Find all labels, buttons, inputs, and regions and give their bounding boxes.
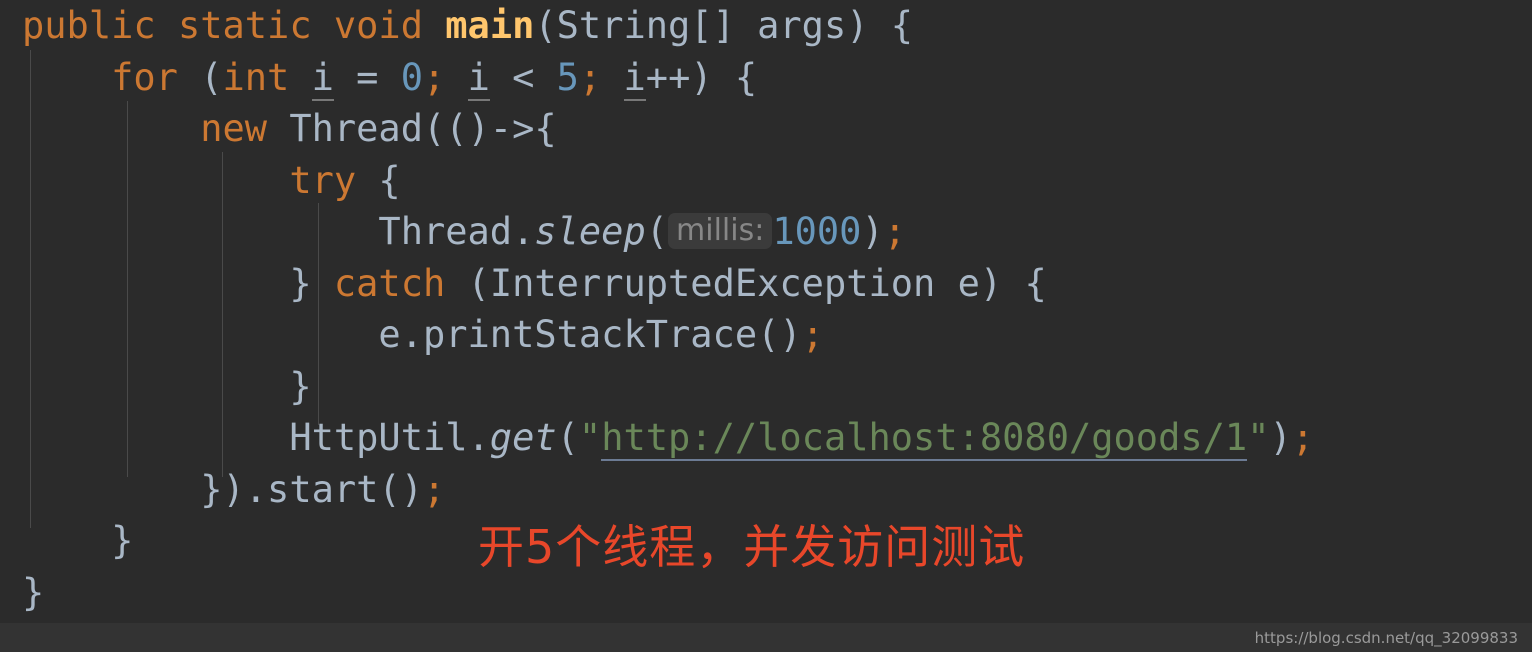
variable-i: i [467, 55, 490, 101]
close-paren: ) [861, 210, 884, 253]
code-line-8[interactable]: } [0, 361, 1532, 413]
keyword-int: int [222, 55, 290, 99]
keyword-public: public [22, 4, 156, 47]
operator-assign: = [333, 55, 401, 99]
quote-open: " [578, 416, 602, 459]
code-line-9[interactable]: HttpUtil.get("http://localhost:8080/good… [0, 412, 1532, 464]
code-line-2[interactable]: for (int i = 0; i < 5; i++) { [0, 52, 1532, 104]
keyword-try: try [289, 158, 357, 202]
variable-i: i [311, 55, 334, 101]
operator-less-than: < [489, 55, 557, 99]
number-1000: 1000 [772, 210, 862, 253]
loop-tail: ++) { [645, 55, 758, 99]
keyword-static: static [177, 4, 312, 47]
semicolon: ; [1291, 416, 1315, 459]
class-http-util: HttpUtil. [289, 416, 490, 459]
code-line-3[interactable]: new Thread(()->{ [0, 103, 1532, 155]
code-line-1[interactable]: public static void main(String[] args) { [0, 0, 1532, 52]
code-line-10[interactable]: }).start(); [0, 464, 1532, 516]
code-line-6[interactable]: } catch (InterruptedException e) { [0, 258, 1532, 310]
number-five: 5 [556, 55, 579, 99]
semicolon: ; [578, 55, 602, 99]
semicolon: ; [422, 467, 446, 511]
punctuation: ( [177, 55, 223, 99]
method-name-sleep: sleep [534, 210, 646, 253]
open-brace: { [356, 158, 401, 202]
code-editor-screenshot: public static void main(String[] args) {… [0, 0, 1532, 652]
semicolon: ; [423, 55, 446, 99]
variable-i: i [623, 55, 646, 101]
call-start: }).start() [200, 467, 423, 511]
method-name-main: main [445, 4, 535, 47]
method-name-get: get [489, 416, 557, 459]
thread-lambda: Thread(()->{ [267, 107, 557, 150]
bottom-status-bar: https://blog.csdn.net/qq_32099833 [0, 623, 1532, 652]
code-line-4[interactable]: try { [0, 155, 1532, 207]
semicolon: ; [801, 313, 824, 356]
catch-parameter: (InterruptedException e) { [445, 261, 1047, 305]
close-paren: ) [1269, 416, 1292, 459]
open-paren: ( [556, 416, 579, 459]
semicolon: ; [883, 210, 907, 253]
class-thread: Thread. [378, 210, 535, 253]
keyword-new: new [200, 107, 268, 150]
keyword-for: for [111, 55, 178, 99]
code-line-5[interactable]: Thread.sleep(millis: 1000); [0, 206, 1532, 258]
quote-close: " [1247, 416, 1270, 459]
url-string-literal[interactable]: http://localhost:8080/goods/1 [601, 416, 1248, 461]
close-brace: } [289, 261, 334, 305]
keyword-void: void [333, 4, 423, 47]
call-print-stack-trace: e.printStackTrace() [378, 313, 802, 356]
chinese-annotation-text: 开5个线程，并发访问测试 [478, 520, 1026, 574]
keyword-catch: catch [333, 261, 446, 305]
open-paren: ( [645, 210, 669, 253]
close-brace: } [22, 570, 45, 614]
parameter-hint-badge: millis: [668, 213, 773, 249]
number-zero: 0 [400, 55, 423, 99]
close-brace: } [289, 364, 312, 408]
watermark-url: https://blog.csdn.net/qq_32099833 [1254, 629, 1518, 647]
code-line-7[interactable]: e.printStackTrace(); [0, 309, 1532, 361]
close-brace: } [111, 519, 134, 562]
method-parameters: (String[] args) { [534, 4, 914, 47]
